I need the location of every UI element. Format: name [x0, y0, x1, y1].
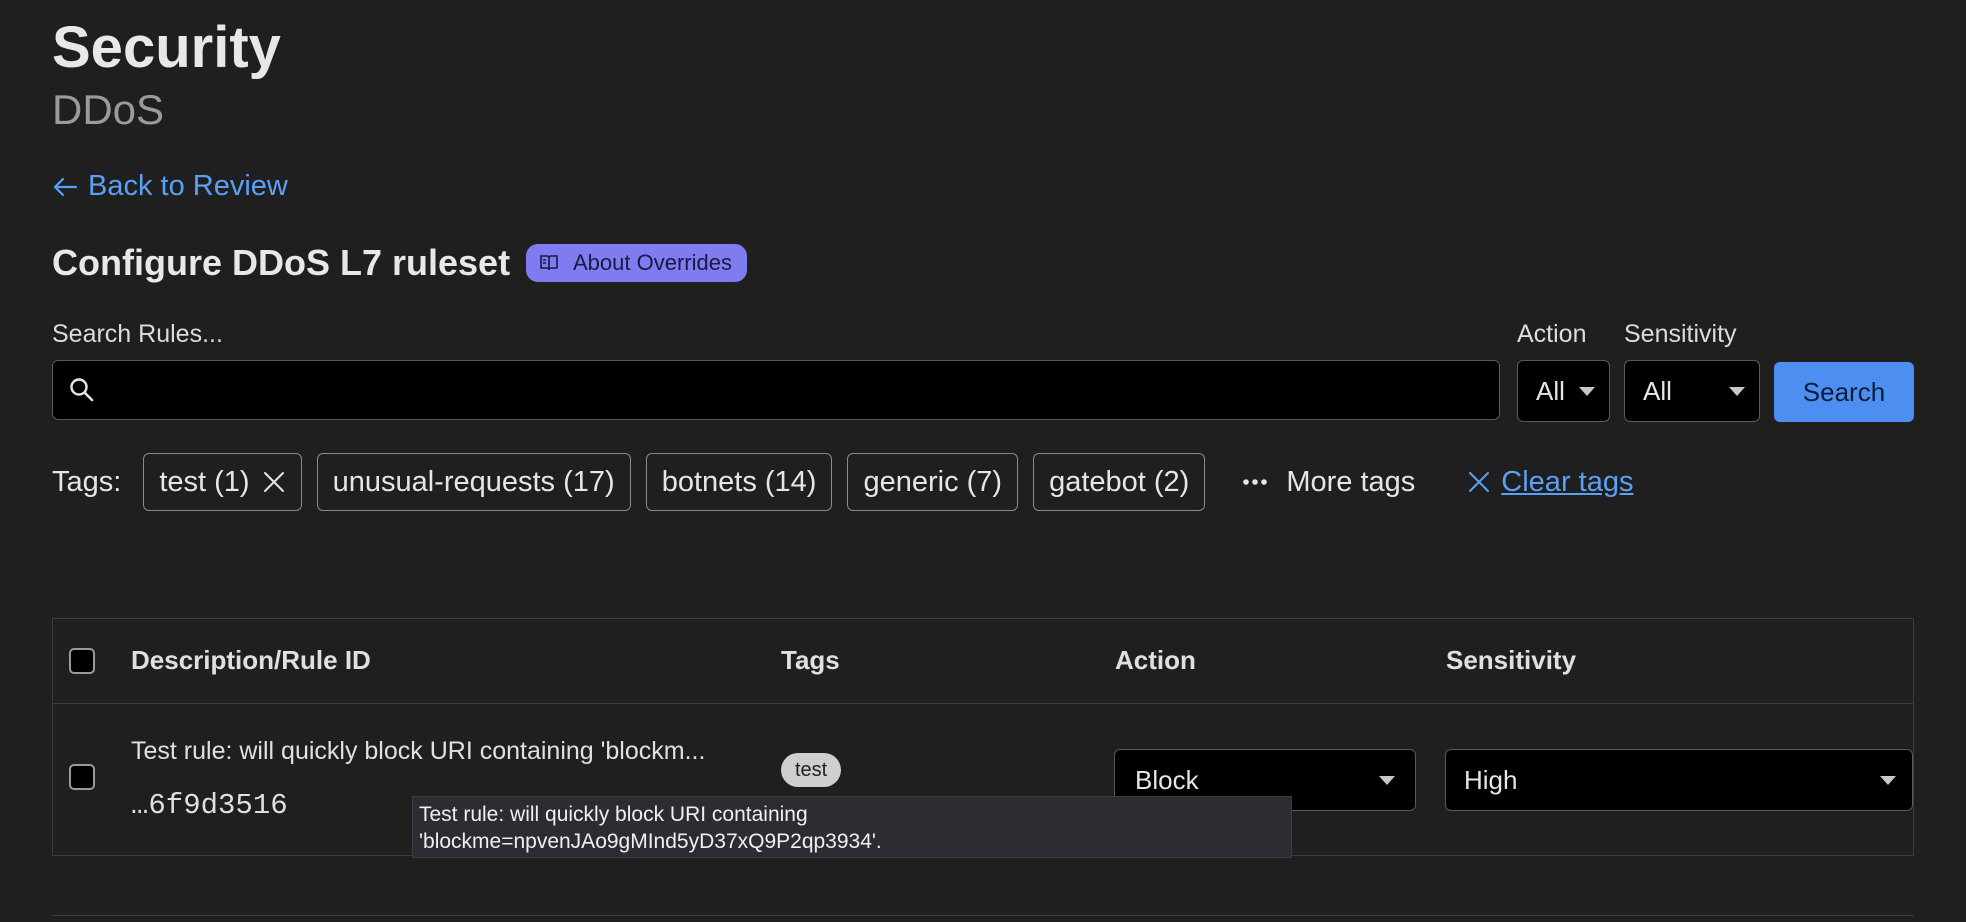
sensitivity-filter-value: All [1643, 375, 1672, 406]
tag-chip-label: gatebot (2) [1049, 465, 1190, 498]
tag-chip-label: unusual-requests (17) [332, 465, 615, 498]
close-icon [1469, 472, 1490, 492]
chevron-down-icon [1880, 775, 1896, 785]
column-header-action: Action [1115, 645, 1196, 675]
about-overrides-button[interactable]: About Overrides [526, 244, 747, 282]
tag-chip-botnets[interactable]: botnets (14) [645, 453, 833, 511]
clear-tags-label: Clear tags [1501, 465, 1634, 498]
action-filter-value: All [1536, 375, 1565, 406]
close-icon[interactable] [262, 470, 286, 494]
action-filter-label: Action [1517, 320, 1587, 348]
about-overrides-label: About Overrides [573, 250, 732, 275]
search-input[interactable] [113, 361, 1487, 421]
tag-chip-generic[interactable]: generic (7) [847, 453, 1019, 511]
book-icon [540, 255, 558, 271]
table-header: Description/Rule ID Tags Action Sensitiv… [53, 619, 1913, 704]
page-subtitle: DDoS [52, 86, 165, 133]
chevron-down-icon [1729, 386, 1745, 396]
arrow-left-icon [53, 177, 78, 196]
clear-tags-link[interactable]: Clear tags [1467, 466, 1633, 499]
search-field[interactable] [52, 360, 1500, 421]
rule-id: …6f9d3516 [131, 789, 288, 822]
column-header-description: Description/Rule ID [131, 645, 371, 675]
tooltip-line: 'blockme=npvenJAo9gMInd5yD37xQ9P2qp3934'… [419, 830, 882, 853]
back-link-label: Back to Review [88, 170, 288, 202]
tag-chip-gatebot[interactable]: gatebot (2) [1033, 453, 1206, 511]
tooltip-line: Test rule: will quickly block URI contai… [419, 803, 808, 826]
rule-sensitivity-value: High [1464, 764, 1518, 795]
tag-chip-unusual-requests[interactable]: unusual-requests (17) [316, 453, 631, 511]
sensitivity-filter-select[interactable]: All [1624, 360, 1760, 422]
column-header-sensitivity: Sensitivity [1446, 645, 1577, 675]
more-horizontal-icon [1243, 479, 1268, 485]
tags-filter-row: Tags: test (1) unusual-requests (17) bot… [52, 452, 1633, 512]
page-title: Security [52, 15, 281, 80]
more-tags-label: More tags [1286, 465, 1416, 498]
rule-tag-badge: test [781, 753, 842, 787]
column-header-tags: Tags [781, 645, 840, 675]
chevron-down-icon [1379, 775, 1395, 785]
search-icon [70, 378, 94, 402]
section-title: Configure DDoS L7 ruleset [52, 242, 511, 283]
search-rules-label: Search Rules... [52, 320, 223, 348]
divider [52, 915, 1914, 916]
rule-sensitivity-select[interactable]: High [1445, 749, 1913, 811]
tag-chip-label: test (1) [159, 465, 250, 498]
rule-description: Test rule: will quickly block URI contai… [131, 737, 706, 765]
action-filter-select[interactable]: All [1517, 360, 1610, 422]
tag-chip-test[interactable]: test (1) [143, 453, 302, 511]
rule-action-value: Block [1135, 764, 1199, 795]
sensitivity-filter-label: Sensitivity [1624, 320, 1737, 348]
chevron-down-icon [1579, 386, 1595, 396]
select-all-checkbox[interactable] [69, 648, 95, 674]
description-tooltip: Test rule: will quickly block URI contai… [412, 796, 1292, 858]
tag-chip-label: botnets (14) [661, 465, 817, 498]
tags-label: Tags: [52, 465, 122, 498]
back-to-review-link[interactable]: Back to Review [52, 170, 288, 203]
tag-chip-label: generic (7) [863, 465, 1003, 498]
row-checkbox[interactable] [69, 764, 95, 790]
more-tags-button[interactable]: More tags [1242, 466, 1415, 499]
search-button[interactable]: Search [1774, 362, 1914, 422]
